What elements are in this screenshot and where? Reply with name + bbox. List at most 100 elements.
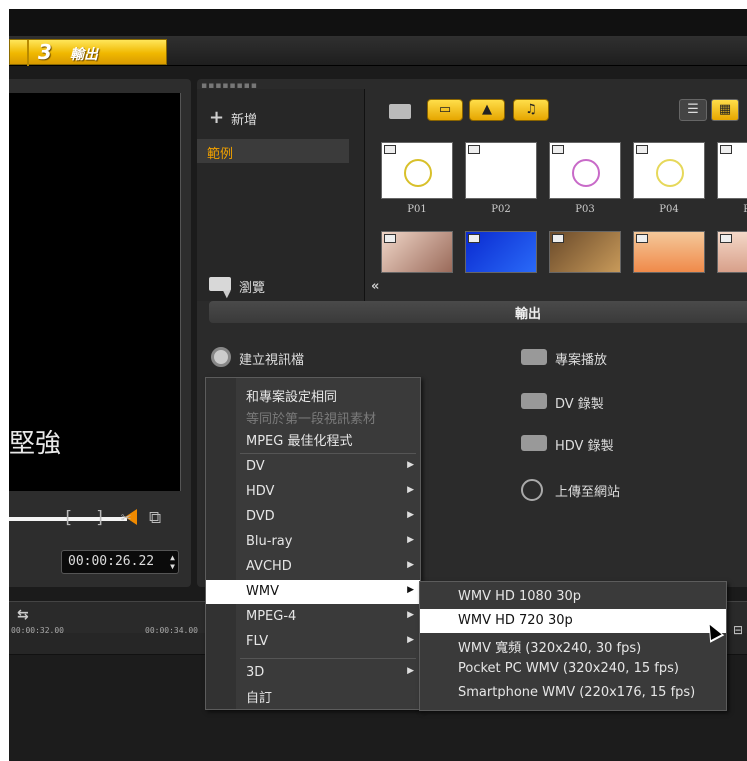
thumbnail-p03[interactable] [549,142,621,199]
create-video-file-button[interactable]: 建立視訊檔 [239,349,304,368]
thumbnail-row2-5[interactable] [717,231,747,273]
submenu-item-smartphone[interactable]: Smartphone WMV (220x176, 15 fps) [420,681,726,705]
thumbnail-row2-4[interactable] [633,231,705,273]
submenu-item-wmv-hd-720[interactable]: WMV HD 720 30p [420,609,726,633]
fit-timeline-icon[interactable]: ⊟ [733,623,743,637]
menu-item-bluray[interactable]: Blu-ray ▶ [206,530,420,554]
thumbnail-label: P03 [575,204,595,215]
hdv-record-button[interactable]: HDV 錄製 [555,435,614,454]
submenu-arrow-icon: ▶ [407,610,414,620]
browse-button[interactable]: 瀏覽 [239,277,265,296]
menu-item-label: MPEG 最佳化程式 [246,434,353,449]
thumbnail-row2-2[interactable] [465,231,537,273]
thumbnail-p05[interactable] [717,142,747,199]
menu-item-label: Blu-ray [246,534,293,549]
menu-item-label: 自訂 [246,691,273,706]
submenu-item-label: WMV 寬頻 (320x240, 30 fps) [458,641,642,656]
thumbnail-p04[interactable] [633,142,705,199]
menu-item-wmv[interactable]: WMV ▶ [206,580,420,604]
timecode-field[interactable]: 00:00:26.22 ▲ ▼ [61,550,179,574]
preview-screen: 堅強 [9,93,181,491]
menu-item-flv[interactable]: FLV ▶ [206,630,420,654]
submenu-arrow-icon: ▶ [407,510,414,520]
menu-item-label: 等同於第一段視訊素材 [246,412,377,427]
sidebar-item-sample[interactable]: 範例 [197,139,349,163]
submenu-arrow-icon: ▶ [407,535,414,545]
menu-separator [240,658,416,659]
menu-item-custom[interactable]: 自訂 [206,683,420,707]
menu-item-avchd[interactable]: AVCHD ▶ [206,555,420,579]
mark-in-button[interactable]: [ [63,508,73,528]
submenu-item-label: Pocket PC WMV (320x240, 15 fps) [458,661,679,676]
video-badge-icon [720,234,732,243]
timecode-spinner[interactable]: ▲ ▼ [170,553,175,571]
spin-down-icon[interactable]: ▼ [170,562,175,571]
submenu-item-pocket-pc[interactable]: Pocket PC WMV (320x240, 15 fps) [420,657,726,681]
submenu-item-wmv-hd-1080[interactable]: WMV HD 1080 30p [420,585,726,609]
list-view-button[interactable]: ☰ [679,99,707,121]
photo-filter-button[interactable]: ▲ [469,99,505,121]
title-strip [9,9,747,36]
upload-to-web-button[interactable]: 上傳至網站 [555,481,620,500]
thumbnail-p01[interactable] [381,142,453,199]
film-reel-icon [211,347,231,367]
timeline-mode-icon[interactable]: ⇆ [17,607,29,623]
sun-drawing [656,159,684,187]
menu-item-label: DVD [246,509,275,524]
preview-caption: 堅強 [9,429,62,459]
spin-up-icon[interactable]: ▲ [170,553,175,562]
add-icon[interactable]: + [209,107,224,128]
menu-item-dvd[interactable]: DVD ▶ [206,505,420,529]
cut-icon[interactable]: ✂ [121,508,131,528]
collapse-icon[interactable]: « [371,279,379,294]
submenu-arrow-icon: ▶ [407,560,414,570]
add-button[interactable]: 新增 [231,109,257,128]
menu-separator [240,453,416,454]
project-playback-icon [521,349,547,365]
mark-out-button[interactable]: ] [95,508,105,528]
output-header: 輸出 [209,301,747,323]
menu-item-hdv[interactable]: HDV ▶ [206,480,420,504]
video-badge-icon [384,234,396,243]
thumbnail-row2-3[interactable] [549,231,621,273]
menu-item-3d[interactable]: 3D ▶ [206,661,420,685]
submenu-item-wmv-broadband[interactable]: WMV 寬頻 (320x240, 30 fps) [420,633,726,657]
video-badge-icon [720,145,732,154]
hdv-camera-icon [521,435,547,451]
dv-camera-icon [521,393,547,409]
menu-item-mpeg-optimizer[interactable]: MPEG 最佳化程式 [206,426,420,450]
step-label: 輸出 [70,47,98,63]
thumbnail-label: P01 [407,204,427,215]
project-playback-button[interactable]: 專案播放 [555,349,607,368]
submenu-arrow-icon: ▶ [407,635,414,645]
step-separator [27,40,29,66]
music-filter-button[interactable]: ♫ [513,99,549,121]
step-output-tab[interactable]: 3 輸出 [9,39,167,66]
thumbnail-label: P04 [659,204,679,215]
submenu-arrow-icon: ▶ [407,666,414,676]
video-badge-icon [468,145,480,154]
menu-item-same-as-project[interactable]: 和專案設定相同 [206,382,420,406]
dv-record-button[interactable]: DV 錄製 [555,393,604,412]
menu-item-label: AVCHD [246,559,292,574]
folder-icon[interactable] [389,104,411,119]
globe-icon [521,479,543,501]
wmv-submenu: WMV HD 1080 30p WMV HD 720 30p WMV 寬頻 (3… [419,581,727,711]
submenu-item-label: Smartphone WMV (220x176, 15 fps) [458,685,696,700]
ruler-label: 00:00:34.00 [145,626,198,635]
video-badge-icon [468,234,480,243]
step-number: 3 [38,40,52,64]
thumbnail-label: P05 [743,204,747,215]
video-badge-icon [384,145,396,154]
sun-drawing [404,159,432,187]
menu-item-mpeg4[interactable]: MPEG-4 ▶ [206,605,420,629]
submenu-item-label: WMV HD 1080 30p [458,589,582,604]
menu-item-dv[interactable]: DV ▶ [206,455,420,479]
browse-arrow-icon[interactable]: ▼ [223,289,231,300]
thumbnail-row2-1[interactable] [381,231,453,273]
thumbnail-p02[interactable] [465,142,537,199]
thumbnail-view-button[interactable]: ▦ [711,99,739,121]
video-filter-button[interactable]: ▭ [427,99,463,121]
menu-item-label: 和專案設定相同 [246,390,338,405]
clip-icon[interactable]: ⧉ [149,508,161,528]
